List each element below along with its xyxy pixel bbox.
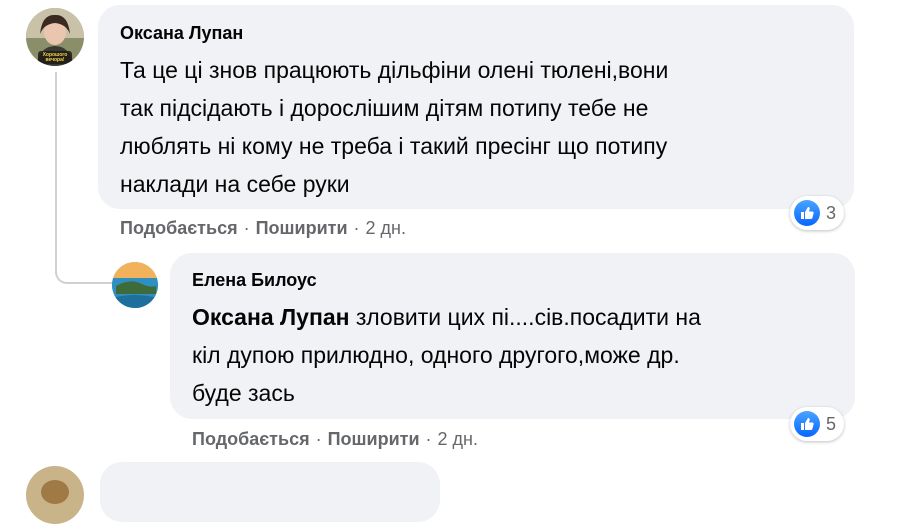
avatar-oksana[interactable]: Хорошого вечора! xyxy=(26,8,84,66)
separator-dot: · xyxy=(425,429,432,449)
separator-dot: · xyxy=(315,429,322,449)
comment-line: буде зась xyxy=(192,380,295,406)
comment-actions: Подобається · Поширити · 2 дн. xyxy=(120,218,406,239)
avatar-elena[interactable] xyxy=(112,262,158,308)
separator-dot: · xyxy=(243,218,250,238)
reaction-count: 5 xyxy=(826,413,837,434)
comment-line-text: зловити цих пі....сів.посадити на xyxy=(349,304,701,330)
reaction-summary[interactable]: 3 xyxy=(790,196,845,230)
timestamp-link[interactable]: 2 дн. xyxy=(366,218,406,238)
comment-actions: Подобається · Поширити · 2 дн. xyxy=(192,429,478,450)
mention-link[interactable]: Оксана Лупан xyxy=(192,304,350,330)
comment-text: Та це ці знов працюють дільфіни олені тю… xyxy=(120,51,840,203)
avatar-caption: Хорошого вечора! xyxy=(42,52,68,63)
like-thumb-icon xyxy=(794,200,820,226)
timestamp-link[interactable]: 2 дн. xyxy=(438,429,478,449)
comment-line: наклади на себе руки xyxy=(120,171,350,197)
comment-line: люблять ні кому не треба і такий пресінг… xyxy=(120,133,668,159)
share-link[interactable]: Поширити xyxy=(256,218,348,238)
comment-text: Оксана Лупан зловити цих пі....сів.посад… xyxy=(192,298,842,412)
separator-dot: · xyxy=(353,218,360,238)
reaction-summary[interactable]: 5 xyxy=(790,407,845,441)
avatar-next-comment[interactable] xyxy=(26,466,84,524)
comment-line: кіл дупою прилюдно, одного другого,може … xyxy=(192,342,680,368)
reaction-count: 3 xyxy=(826,202,837,223)
comment-author[interactable]: Оксана Лупан xyxy=(120,23,243,44)
share-link[interactable]: Поширити xyxy=(328,429,420,449)
comment-line: Оксана Лупан зловити цих пі....сів.посад… xyxy=(192,298,842,336)
next-comment-bubble xyxy=(100,462,440,522)
comment-author[interactable]: Елена Билоус xyxy=(192,270,317,291)
comment-line: так підсідають і дорослішим дітям потипу… xyxy=(120,95,649,121)
like-link[interactable]: Подобається xyxy=(120,218,238,238)
like-thumb-icon xyxy=(794,411,820,437)
comment-line: Та це ці знов працюють дільфіни олені тю… xyxy=(120,57,669,83)
like-link[interactable]: Подобається xyxy=(192,429,310,449)
